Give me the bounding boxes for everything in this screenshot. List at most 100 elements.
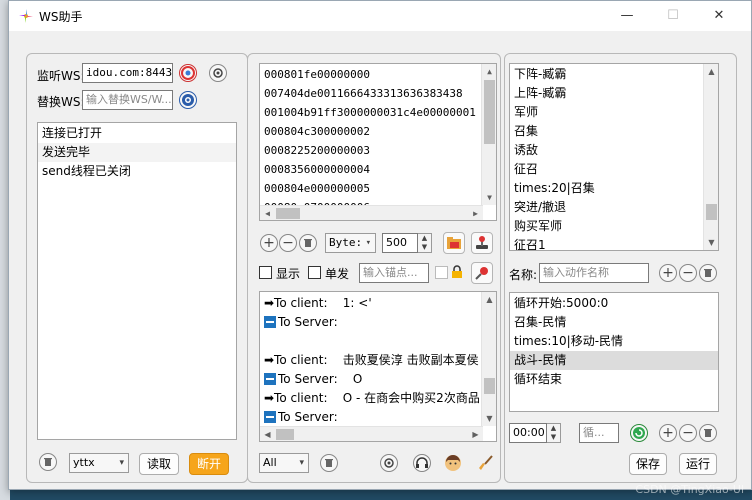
listen-ws-input[interactable]: idou.com:8443/ (82, 63, 173, 83)
headphones-button[interactable] (413, 454, 431, 472)
brush-button[interactable] (477, 454, 495, 472)
script-step[interactable]: 循环开始:5000:0 (510, 294, 718, 313)
action-item[interactable]: 上阵-臧霸 (510, 84, 718, 103)
replace-ws-button[interactable] (179, 91, 197, 109)
scroll-thumb[interactable] (484, 378, 495, 394)
hex-list-hscroll[interactable]: ◀ ▶ (260, 205, 483, 220)
scroll-left-icon[interactable]: ◀ (260, 206, 275, 220)
listen-settings-button[interactable] (209, 64, 227, 82)
listen-ws-label: 监听WS: (37, 69, 85, 83)
delete-step-button[interactable] (699, 424, 717, 442)
script-list[interactable]: 循环开始:5000:0 召集-民情 times:10|移动-民情 战斗-民情 循… (509, 292, 719, 412)
hex-list-vscroll[interactable]: ▲ ▼ (481, 64, 496, 205)
run-button[interactable]: 运行 (679, 453, 717, 475)
save-button[interactable]: 保存 (629, 453, 667, 475)
action-list[interactable]: 下阵-臧霸 上阵-臧霸 军师 召集 诱敌 征召 times:20|召集 突进/撤… (509, 63, 719, 251)
spin-up-icon[interactable]: ▲ (547, 424, 560, 433)
delete-action-button[interactable] (699, 264, 717, 282)
action-item[interactable]: 军师 (510, 103, 718, 122)
script-step[interactable]: times:10|移动-民情 (510, 332, 718, 351)
disconnect-button[interactable]: 断开 (189, 453, 229, 475)
action-name-label: 名称: (509, 268, 538, 282)
to-server-text: O (352, 372, 363, 386)
action-list-vscroll[interactable]: ▲ ▼ (703, 64, 718, 250)
listen-target-button[interactable] (179, 64, 197, 82)
script-step[interactable]: 召集-民情 (510, 313, 718, 332)
avatar-button[interactable] (444, 454, 462, 472)
action-name-input[interactable]: 输入动作名称 (539, 263, 649, 283)
scroll-thumb[interactable] (484, 80, 495, 144)
scroll-thumb[interactable] (276, 208, 300, 219)
scroll-thumb[interactable] (706, 204, 717, 220)
connection-log-list[interactable]: 连接已打开 发送完毕 send线程已关闭 (37, 122, 237, 440)
time-spinner[interactable]: ▲ ▼ (547, 423, 561, 443)
filter-select[interactable]: All ▾ (259, 453, 309, 473)
action-item[interactable]: 突进/撤退 (510, 198, 718, 217)
scroll-down-icon[interactable]: ▼ (704, 235, 718, 250)
settings-button[interactable] (380, 454, 398, 472)
joystick-button[interactable] (471, 232, 493, 254)
read-button[interactable]: 读取 (139, 453, 179, 475)
replace-ws-label: 替换WS: (37, 95, 85, 109)
add-step-button[interactable]: + (659, 424, 677, 442)
traffic-log-vscroll[interactable]: ▲ ▼ (481, 292, 496, 426)
traffic-log-hscroll[interactable]: ◀ ▶ (260, 426, 483, 441)
action-item[interactable]: 下阵-臧霸 (510, 65, 718, 84)
loop-input[interactable]: 循... (579, 423, 619, 443)
pin-icon (475, 267, 488, 280)
spin-down-icon[interactable]: ▼ (418, 243, 431, 252)
anchor-checkbox[interactable] (435, 266, 448, 279)
hex-row: 0008356000000004 (264, 163, 370, 176)
scroll-up-icon[interactable]: ▲ (704, 64, 718, 79)
pin-button[interactable] (471, 262, 493, 284)
close-button[interactable]: ✕ (696, 1, 742, 31)
anchor-input[interactable]: 输入锚点... (359, 263, 429, 283)
replace-ws-input[interactable]: 输入替换WS/W... (82, 90, 173, 110)
single-send-checkbox[interactable] (308, 266, 321, 279)
add-message-button[interactable]: + (260, 234, 278, 252)
add-action-button[interactable]: + (659, 264, 677, 282)
scroll-up-icon[interactable]: ▲ (482, 64, 496, 79)
remove-message-button[interactable]: − (279, 234, 297, 252)
script-step-selected[interactable]: 战斗-民情 (510, 351, 718, 370)
spin-up-icon[interactable]: ▲ (418, 234, 431, 243)
scroll-down-icon[interactable]: ▼ (482, 190, 496, 205)
clear-log-button[interactable] (39, 453, 57, 471)
hex-row: 000801fe00000000 (264, 68, 370, 81)
clear-traffic-button[interactable] (320, 454, 338, 472)
show-checkbox[interactable] (259, 266, 272, 279)
action-item[interactable]: 购买军师 (510, 217, 718, 236)
maximize-button[interactable]: ☐ (650, 1, 696, 31)
action-item[interactable]: 召集 (510, 122, 718, 141)
action-item[interactable]: 征召 (510, 160, 718, 179)
traffic-log-list[interactable]: ➡To client: 1: <' To Server: ➡To client:… (259, 291, 497, 442)
trash-icon (704, 429, 712, 437)
count-spinner[interactable]: ▲ ▼ (418, 233, 432, 253)
hex-message-list[interactable]: 000801fe00000000 007404de001166643331363… (259, 63, 497, 221)
filter-select-value: All (263, 456, 277, 469)
open-folder-button[interactable] (443, 232, 465, 254)
to-server-label: To Server: (278, 410, 338, 424)
spin-down-icon[interactable]: ▼ (547, 433, 560, 442)
scroll-right-icon[interactable]: ▶ (468, 427, 483, 441)
scroll-thumb[interactable] (276, 429, 294, 440)
account-select-value: yttx (73, 456, 95, 469)
scroll-right-icon[interactable]: ▶ (468, 206, 483, 220)
account-select[interactable]: yttx ▾ (69, 453, 129, 473)
scroll-down-icon[interactable]: ▼ (482, 411, 496, 426)
count-input[interactable]: 500 (382, 233, 418, 253)
format-select[interactable]: Byte: ▾ (325, 233, 376, 253)
remove-step-button[interactable]: − (679, 424, 697, 442)
minimize-button[interactable]: — (604, 1, 650, 31)
time-input[interactable]: 00:00 (509, 423, 547, 443)
script-step[interactable]: 循环结束 (510, 370, 718, 389)
action-item[interactable]: 征召1 (510, 236, 718, 250)
to-server-icon (264, 373, 276, 385)
action-item[interactable]: times:20|召集 (510, 179, 718, 198)
delete-message-button[interactable] (299, 234, 317, 252)
action-item[interactable]: 诱敌 (510, 141, 718, 160)
scroll-left-icon[interactable]: ◀ (260, 427, 275, 441)
remove-action-button[interactable]: − (679, 264, 697, 282)
scroll-up-icon[interactable]: ▲ (482, 292, 496, 307)
refresh-button[interactable] (630, 424, 648, 442)
